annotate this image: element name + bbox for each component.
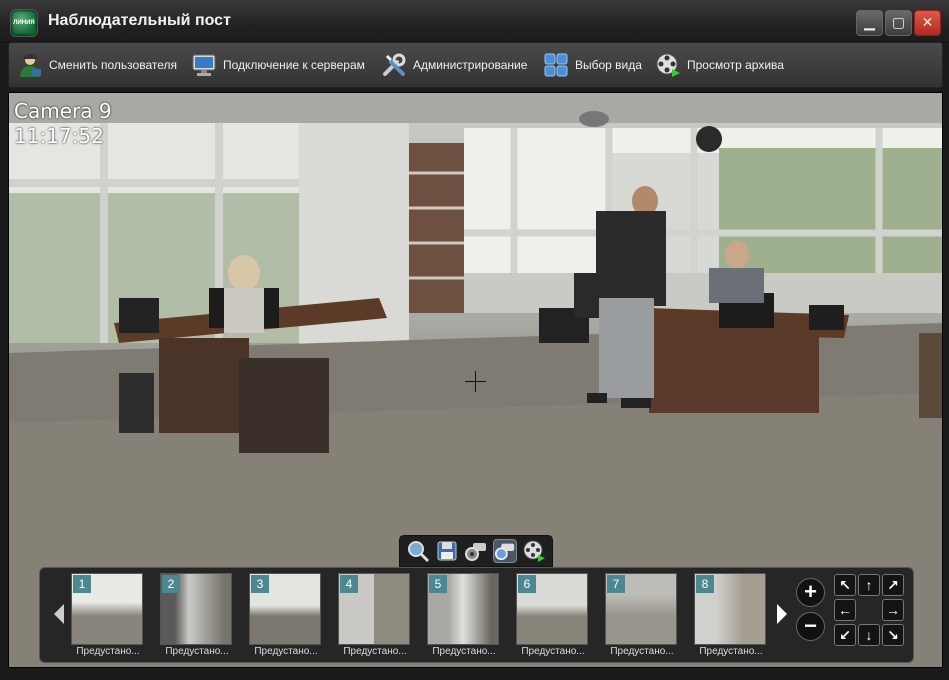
title-bar: ЛИНИЯ Наблюдательный пост ▁ ▢ ✕	[0, 0, 949, 43]
thumbnail-caption: Предустано...	[432, 646, 496, 657]
thumbnail-number: 1	[73, 575, 91, 593]
scroll-right-arrow-icon[interactable]	[777, 604, 787, 624]
crosshair-icon	[465, 371, 486, 392]
thumbnail-number: 2	[162, 575, 180, 593]
archive-view-button[interactable]: Просмотр архива	[655, 43, 784, 87]
archive-reel-icon	[523, 540, 545, 562]
zoom-button[interactable]	[406, 539, 430, 563]
user-icon	[17, 52, 43, 78]
app-logo: ЛИНИЯ	[10, 9, 38, 37]
monitor-icon	[191, 52, 217, 78]
thumbnail-image: 3	[249, 573, 321, 645]
main-toolbar: Сменить пользователя Подключение к серве…	[8, 42, 943, 88]
thumbnail-image: 2	[160, 573, 232, 645]
camera-thumbnail[interactable]: 6 Предустано...	[516, 573, 588, 659]
camera-eye-icon	[494, 543, 514, 561]
camera-thumbnail[interactable]: 5 Предустано...	[427, 573, 499, 659]
thumbnail-number: 8	[696, 575, 714, 593]
video-control-bar	[399, 535, 553, 567]
maximize-button[interactable]: ▢	[885, 10, 912, 36]
view-select-button[interactable]: Выбор вида	[543, 43, 642, 87]
camera-settings-button[interactable]	[464, 539, 488, 563]
thumbnail-image: 1	[71, 573, 143, 645]
thumbnail-number: 7	[607, 575, 625, 593]
tools-icon	[381, 52, 407, 78]
grid-icon	[543, 52, 569, 78]
settings-camera-icon	[464, 543, 486, 561]
archive-playback-button[interactable]	[522, 539, 546, 563]
camera-video-view[interactable]: Camera 9 11:17:52 1 Предустано... 2 Пред…	[8, 92, 943, 668]
camera-name: Camera 9	[14, 99, 112, 123]
ptz-down-right-button[interactable]: ↘	[882, 624, 904, 646]
ptz-down-left-button[interactable]: ↙	[834, 624, 856, 646]
connect-servers-label: Подключение к серверам	[223, 58, 365, 72]
camera-thumbnail[interactable]: 8 Предустано...	[694, 573, 766, 659]
ptz-right-button[interactable]: →	[882, 599, 904, 621]
thumbnail-image: 8	[694, 573, 766, 645]
camera-thumbnail[interactable]: 3 Предустано...	[249, 573, 321, 659]
camera-thumbnail[interactable]: 4 Предустано...	[338, 573, 410, 659]
ptz-up-left-button[interactable]: ↖	[834, 574, 856, 596]
ptz-up-button[interactable]: ↑	[858, 574, 880, 596]
save-snapshot-button[interactable]	[435, 539, 459, 563]
view-select-label: Выбор вида	[575, 58, 642, 72]
camera-thumbnail[interactable]: 7 Предустано...	[605, 573, 677, 659]
archive-view-label: Просмотр архива	[687, 58, 784, 72]
switch-user-button[interactable]: Сменить пользователя	[17, 43, 177, 87]
camera-time: 11:17:52	[14, 124, 104, 148]
camera-mode-button[interactable]	[492, 539, 517, 563]
ptz-left-button[interactable]: ←	[834, 599, 856, 621]
thumbnail-number: 5	[429, 575, 447, 593]
camera-thumbnail[interactable]: 1 Предустано...	[71, 573, 143, 659]
zoom-out-button[interactable]: −	[796, 612, 825, 641]
thumbnail-number: 6	[518, 575, 536, 593]
zoom-icon	[408, 541, 430, 563]
thumbnail-caption: Предустано...	[521, 646, 585, 657]
save-icon	[437, 541, 457, 561]
administration-label: Администрирование	[413, 58, 528, 72]
thumbnail-number: 4	[340, 575, 358, 593]
thumbnail-image: 4	[338, 573, 410, 645]
thumbnail-caption: Предустано...	[343, 646, 407, 657]
thumbnail-image: 7	[605, 573, 677, 645]
thumbnail-caption: Предустано...	[76, 646, 140, 657]
scroll-left-arrow-icon[interactable]	[54, 604, 64, 624]
thumbnail-image: 5	[427, 573, 499, 645]
camera-thumbnail[interactable]: 2 Предустано...	[160, 573, 232, 659]
zoom-in-button[interactable]: +	[796, 578, 825, 607]
window-title: Наблюдательный пост	[48, 12, 231, 29]
close-button[interactable]: ✕	[914, 10, 941, 36]
switch-user-label: Сменить пользователя	[49, 58, 177, 72]
connect-servers-button[interactable]: Подключение к серверам	[191, 43, 365, 87]
thumbnail-caption: Предустано...	[699, 646, 763, 657]
thumbnail-caption: Предустано...	[610, 646, 674, 657]
film-reel-icon	[655, 52, 681, 78]
ptz-down-button[interactable]: ↓	[858, 624, 880, 646]
thumbnail-image: 6	[516, 573, 588, 645]
thumbnail-number: 3	[251, 575, 269, 593]
camera-thumbnail-strip: 1 Предустано... 2 Предустано... 3 Предус…	[39, 567, 914, 663]
minimize-button[interactable]: ▁	[856, 10, 883, 36]
thumbnail-caption: Предустано...	[254, 646, 318, 657]
thumbnail-caption: Предустано...	[165, 646, 229, 657]
administration-button[interactable]: Администрирование	[381, 43, 527, 87]
ptz-up-right-button[interactable]: ↗	[882, 574, 904, 596]
